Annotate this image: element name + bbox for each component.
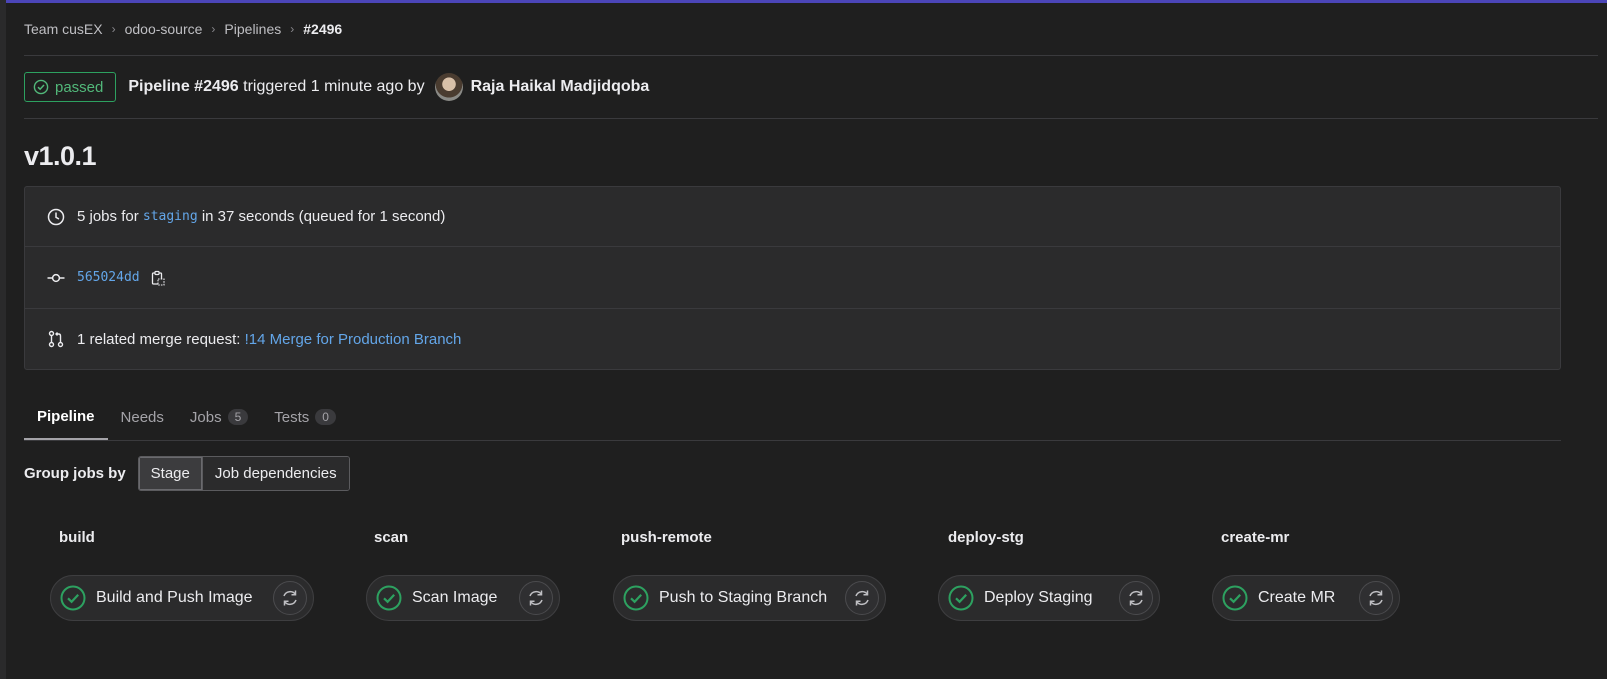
jobs-prefix: 5 jobs for bbox=[77, 208, 139, 225]
status-success-icon bbox=[948, 585, 974, 611]
tab-tests[interactable]: Tests 0 bbox=[261, 394, 349, 440]
pipeline-page: Team cusEX › odoo-source › Pipelines › #… bbox=[24, 3, 1598, 621]
commit-icon bbox=[47, 273, 65, 282]
status-success-icon bbox=[623, 585, 649, 611]
breadcrumb-item-pipelines[interactable]: Pipelines bbox=[224, 21, 281, 37]
status-label: passed bbox=[55, 78, 104, 96]
status-success-icon bbox=[60, 585, 86, 611]
retry-icon bbox=[855, 590, 869, 606]
stage-title: create-mr bbox=[1221, 529, 1290, 546]
commit-sha-link[interactable]: 565024dd bbox=[77, 270, 140, 285]
group-by-dependencies-button[interactable]: Job dependencies bbox=[201, 457, 349, 490]
check-circle-icon bbox=[33, 79, 49, 95]
stage-title: deploy-stg bbox=[948, 529, 1024, 546]
tab-needs[interactable]: Needs bbox=[108, 394, 177, 440]
breadcrumb-item-group[interactable]: Team cusEX bbox=[24, 21, 103, 37]
chevron-right-icon: › bbox=[290, 22, 295, 36]
retry-icon bbox=[1369, 590, 1383, 606]
job-name: Push to Staging Branch bbox=[659, 589, 828, 606]
jobs-suffix: in 37 seconds (queued for 1 second) bbox=[201, 208, 446, 225]
retry-icon bbox=[1129, 590, 1143, 606]
chevron-right-icon: › bbox=[111, 22, 116, 36]
breadcrumb-item-project[interactable]: odoo-source bbox=[125, 21, 203, 37]
retry-button[interactable] bbox=[1119, 581, 1153, 615]
pipeline-info-box: 5 jobs for staging in 37 seconds (queued… bbox=[24, 186, 1561, 370]
retry-button[interactable] bbox=[519, 581, 553, 615]
tab-label: Jobs bbox=[189, 408, 222, 426]
merge-request-info-row: 1 related merge request: !14 Merge for P… bbox=[25, 309, 1560, 369]
tab-pipeline[interactable]: Pipeline bbox=[24, 394, 108, 440]
retry-button[interactable] bbox=[845, 581, 879, 615]
copy-icon[interactable] bbox=[150, 270, 166, 286]
status-badge[interactable]: passed bbox=[24, 72, 117, 102]
pipeline-id: Pipeline #2496 bbox=[128, 78, 239, 95]
retry-icon bbox=[529, 590, 543, 606]
retry-icon bbox=[283, 590, 297, 606]
avatar[interactable] bbox=[434, 73, 463, 101]
retry-button[interactable] bbox=[1359, 581, 1393, 615]
job-pill[interactable]: Deploy Staging bbox=[938, 575, 1160, 621]
author-name[interactable]: Raja Haikal Madjidqoba bbox=[471, 78, 650, 96]
pipeline-header: passed Pipeline #2496 triggered 1 minute… bbox=[24, 56, 1598, 119]
jobs-info-row: 5 jobs for staging in 37 seconds (queued… bbox=[25, 187, 1560, 247]
tab-jobs[interactable]: Jobs 5 bbox=[177, 394, 261, 440]
breadcrumb-current[interactable]: #2496 bbox=[303, 21, 342, 37]
job-pill[interactable]: Scan Image bbox=[366, 575, 560, 621]
job-name: Deploy Staging bbox=[984, 589, 1093, 606]
tab-label: Needs bbox=[120, 408, 164, 426]
job-name: Scan Image bbox=[412, 589, 498, 606]
stage-title: push-remote bbox=[621, 529, 712, 546]
stage-title: build bbox=[59, 529, 95, 546]
job-pill[interactable]: Build and Push Image bbox=[50, 575, 314, 621]
merge-request-link[interactable]: !14 Merge for Production Branch bbox=[245, 331, 462, 348]
clock-icon bbox=[47, 208, 65, 225]
tab-label: Tests bbox=[274, 408, 310, 426]
breadcrumb: Team cusEX › odoo-source › Pipelines › #… bbox=[24, 3, 1598, 56]
group-jobs-label: Group jobs by bbox=[24, 465, 126, 482]
merge-request-icon bbox=[48, 330, 64, 348]
group-by-toggle: Stage Job dependencies bbox=[137, 456, 350, 491]
page-title: v1.0.1 bbox=[24, 141, 97, 171]
triggered-text: triggered 1 minute ago by bbox=[243, 78, 425, 95]
jobs-count-badge: 5 bbox=[227, 409, 249, 425]
group-jobs-by: Group jobs by Stage Job dependencies bbox=[24, 456, 1598, 491]
commit-info-row: 565024dd bbox=[25, 247, 1560, 309]
status-success-icon bbox=[376, 585, 402, 611]
status-success-icon bbox=[1222, 585, 1248, 611]
branch-link[interactable]: staging bbox=[143, 209, 198, 224]
pipeline-tabs: Pipeline Needs Jobs 5 Tests 0 bbox=[24, 395, 1561, 441]
pipeline-graph: build Build and Push Image scan Scan Ima… bbox=[24, 523, 1598, 653]
job-pill[interactable]: Push to Staging Branch bbox=[613, 575, 886, 621]
retry-button[interactable] bbox=[273, 581, 307, 615]
left-sidebar-edge bbox=[0, 0, 6, 679]
pipeline-summary: Pipeline #2496 triggered 1 minute ago by bbox=[128, 78, 424, 96]
group-by-stage-button[interactable]: Stage bbox=[138, 457, 202, 490]
stage-title: scan bbox=[374, 529, 409, 546]
job-name: Create MR bbox=[1258, 589, 1336, 606]
tests-count-badge: 0 bbox=[315, 409, 336, 425]
job-pill[interactable]: Create MR bbox=[1212, 575, 1400, 621]
chevron-right-icon: › bbox=[211, 22, 216, 36]
mr-prefix: 1 related merge request: bbox=[77, 330, 241, 348]
tab-label: Pipeline bbox=[37, 407, 95, 425]
job-name: Build and Push Image bbox=[96, 589, 253, 606]
